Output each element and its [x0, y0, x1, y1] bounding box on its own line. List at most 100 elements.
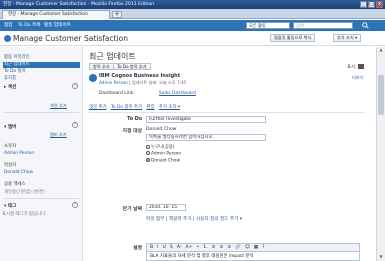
public-access-label: 공용 액세스 [4, 182, 26, 187]
app-entry-icon [89, 74, 97, 82]
radio-button[interactable] [146, 144, 150, 149]
add-bookmark-link[interactable]: 책갈피 추가 [169, 217, 192, 222]
entry-meta: Admin Person | 업데이트 날짜: 오늘 오후 7:45 [99, 80, 187, 85]
divider [4, 112, 79, 113]
dashboard-label: Dashboard Link: [99, 91, 135, 96]
more-actions-link[interactable]: 추가 조치 ▾ [159, 105, 180, 110]
add-custom-field-link[interactable]: 사용자 정의 필드 추가 ▾ [196, 217, 242, 222]
entry-actions: 댓글 추가 To Do 항목 추가 편집 추가 조치 ▾ [89, 104, 183, 110]
tags-label: ▾ 태그 [4, 204, 17, 209]
table-button[interactable]: ▦ [254, 245, 258, 250]
browser-tab-bar: 현장 - Manage Customer Satisfaction + [0, 9, 385, 19]
activity-icon [4, 35, 11, 42]
grid-view-icon[interactable] [357, 64, 364, 69]
scroll-thumb[interactable] [378, 75, 384, 115]
sidebar-item-recent-updates[interactable]: 최근 업데이트 [3, 62, 80, 68]
sidebar-item-trash[interactable]: 휴지통 [4, 76, 16, 82]
help-icon[interactable]: ? [72, 83, 78, 89]
owner-name[interactable]: Admin Person [4, 151, 34, 156]
attach-links: 파일 첨부 | 책갈피 추가 | 사용자 정의 필드 추가 ▾ [146, 217, 243, 222]
maximize-icon[interactable]: □ [368, 1, 375, 8]
bullet-list-button[interactable]: • [197, 245, 200, 250]
search-scope-select[interactable]: 모든 활동 [246, 22, 290, 29]
sidebar-item-outline[interactable]: 활동 아웃라인 [4, 55, 30, 61]
main-content: 최근 업데이트 항목 추가 To Do 항목 추가 표시: 더보기 IBM Co… [84, 47, 374, 261]
radio-button[interactable] [146, 151, 150, 155]
page-scrollbar[interactable]: ▲ ▼ [376, 47, 385, 261]
tags-empty-text: 표시할 태그가 없습니다. [2, 212, 47, 217]
more-actions-button[interactable]: 추가 조치 ▾ [333, 34, 362, 42]
scroll-down-icon[interactable]: ▼ [378, 254, 384, 260]
attach-file-link[interactable]: 파일 첨부 [146, 217, 164, 222]
add-members-link[interactable]: 멤버 추가 [50, 132, 67, 138]
scroll-up-icon[interactable]: ▲ [378, 47, 384, 53]
window-controls: _ □ x [360, 1, 383, 8]
italic-button[interactable]: I [157, 245, 158, 250]
public-access-value[interactable]: 개인용(기본값) (변경) [4, 189, 45, 195]
radio-everyone[interactable]: 누구나(공용) [146, 144, 175, 150]
add-todo-link[interactable]: To Do 항목 추가 [111, 105, 142, 110]
radio-button-selected[interactable] [146, 158, 150, 162]
nav-collab[interactable]: 협업 [4, 22, 12, 29]
edit-link[interactable]: 편집 [146, 105, 154, 110]
window-title-bar: 현장 - Manage Customer Satisfaction - Mozi… [0, 0, 385, 9]
due-date-input[interactable]: 2010. 10. 15. [146, 204, 186, 211]
sidebar: 활동 아웃라인 최근 업데이트 To Do 항목 휴지통 ▸ 섹션 ? 섹션 추… [0, 47, 83, 261]
underline-button[interactable]: U [163, 245, 166, 250]
emoticon-button[interactable]: ☺ [245, 245, 250, 250]
section-heading: 최근 업데이트 [89, 52, 136, 61]
author-name[interactable]: Donald Chow [4, 170, 33, 175]
close-icon[interactable]: x [376, 1, 383, 8]
todo-label: To Do [127, 117, 142, 122]
sidebar-item-todo[interactable]: To Do 항목 [4, 69, 26, 75]
entry-title[interactable]: IBM Cognos Business Insight [99, 73, 180, 79]
numbered-list-button[interactable]: 1. [203, 245, 207, 250]
section-label: ▸ 섹션 [4, 85, 17, 90]
window-title: 현장 - Manage Customer Satisfaction - Mozi… [3, 2, 155, 7]
help-button[interactable]: ? [262, 245, 264, 250]
description-editor[interactable]: BLA 지표들의 자세 분석 및 향후 레실천은 impact 분석 [146, 252, 360, 261]
link-button[interactable]: 🔗 [235, 245, 241, 250]
search-icon[interactable] [362, 22, 369, 29]
assign-value: Donald Chow [146, 127, 177, 132]
new-tab-button[interactable]: + [112, 11, 122, 18]
align-center-button[interactable]: ≡ [219, 245, 223, 250]
align-left-button[interactable]: ≡ [212, 245, 216, 250]
members-label: ▾ 멤버 [4, 125, 17, 130]
nav-activity-updates[interactable]: 활동 업데이트 [44, 22, 71, 29]
assign-filter-input[interactable]: 목록을 필터링하려면 입력하십시오. [146, 134, 266, 141]
bold-button[interactable]: B [150, 245, 153, 250]
copy-to-template-button[interactable]: 템플릿 활동으로 복사 [270, 34, 316, 42]
align-right-button[interactable]: ≡ [227, 245, 231, 250]
search-area: 모든 활동 검색 [246, 22, 353, 29]
editor-toolbar: B I U S A- A+ • 1. ≡ ≡ ≡ 🔗 ☺ ▦ ? [146, 243, 360, 252]
app-nav-bar: 협업 To Do 목록 활동 업데이트 모든 활동 검색 [0, 20, 385, 31]
assign-label: 지정 대상 [122, 129, 142, 134]
due-date-label: 만기 날짜 [122, 207, 142, 212]
add-section-link[interactable]: 섹션 추가 [50, 103, 67, 109]
font-smaller-button[interactable]: A- [177, 245, 182, 250]
description-label: 설명 [133, 246, 142, 251]
page-header: Manage Customer Satisfaction 템플릿 활동으로 복사… [0, 31, 385, 46]
nav-todo-list[interactable]: To Do 목록 [18, 22, 41, 29]
more-link[interactable]: 더보기 [352, 75, 364, 81]
divider [4, 198, 79, 199]
divider [89, 112, 365, 113]
add-comment-link[interactable]: 댓글 추가 [89, 105, 107, 110]
strike-button[interactable]: S [170, 245, 173, 250]
todo-title-input[interactable]: Further Investigate [146, 116, 266, 123]
help-icon[interactable]: ? [72, 122, 78, 128]
minimize-icon[interactable]: _ [360, 1, 367, 8]
browser-tab[interactable]: 현장 - Manage Customer Satisfaction [2, 10, 110, 19]
radio-admin[interactable]: Admin Person [146, 151, 181, 157]
add-todo-button[interactable]: To Do 항목 추가 [113, 63, 151, 70]
radio-donald[interactable]: Donald Chow [146, 158, 180, 164]
font-larger-button[interactable]: A+ [186, 245, 193, 250]
author-label: 작성자 [4, 163, 17, 168]
add-entry-button[interactable]: 항목 추가 [89, 63, 114, 70]
help-icon[interactable]: ? [72, 202, 78, 208]
view-toggle[interactable]: 표시: [347, 64, 364, 70]
owner-label: 소유자 [4, 144, 17, 149]
search-input[interactable]: 검색 [293, 22, 353, 29]
dashboard-link[interactable]: Sales Dashboard [159, 91, 196, 96]
